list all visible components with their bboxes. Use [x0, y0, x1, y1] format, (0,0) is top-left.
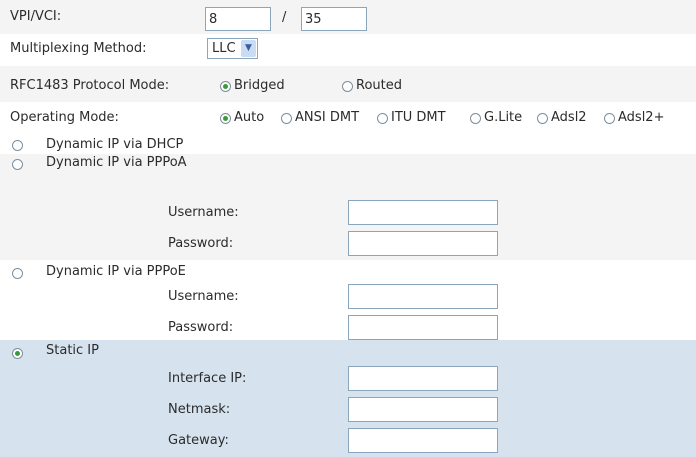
op-adsl2plus-label[interactable]: Adsl2+	[618, 110, 664, 126]
pppoe-username-input[interactable]	[348, 284, 498, 309]
vpivci-separator: /	[282, 10, 287, 25]
pppoa-label[interactable]: Dynamic IP via PPPoA	[46, 155, 187, 171]
operating-mode-label: Operating Mode:	[10, 110, 119, 125]
vpivci-label: VPI/VCI:	[10, 9, 62, 24]
pppoa-username-input[interactable]	[348, 200, 498, 225]
rfc-routed-label[interactable]: Routed	[356, 78, 402, 94]
rfc-bridged-radio[interactable]	[220, 81, 231, 92]
chevron-down-icon[interactable]: ▼	[241, 40, 256, 57]
pppoa-password-input[interactable]	[348, 231, 498, 256]
gateway-input[interactable]	[348, 428, 498, 453]
vci-input[interactable]	[301, 7, 367, 31]
pppoa-radio[interactable]	[12, 159, 23, 170]
op-itu-dmt-radio[interactable]	[377, 113, 388, 124]
multiplexing-method-select[interactable]: LLC ▼	[207, 38, 258, 59]
dhcp-label[interactable]: Dynamic IP via DHCP	[46, 137, 183, 153]
gateway-label: Gateway:	[168, 433, 229, 448]
interface-ip-input[interactable]	[348, 366, 498, 391]
op-ansi-dmt-radio[interactable]	[281, 113, 292, 124]
rfc-routed-radio[interactable]	[342, 81, 353, 92]
rfc-bridged-label[interactable]: Bridged	[234, 78, 285, 94]
pppoe-username-label: Username:	[168, 289, 239, 304]
op-adsl2plus-radio[interactable]	[604, 113, 615, 124]
pppoe-password-label: Password:	[168, 320, 234, 335]
vpi-input[interactable]	[205, 7, 271, 31]
op-itu-dmt-label[interactable]: ITU DMT	[391, 110, 446, 126]
multiplexing-method-label: Multiplexing Method:	[10, 41, 147, 56]
multiplexing-method-value: LLC	[212, 41, 236, 56]
netmask-label: Netmask:	[168, 402, 231, 417]
pppoe-password-input[interactable]	[348, 315, 498, 340]
interface-ip-label: Interface IP:	[168, 371, 247, 386]
op-glite-label[interactable]: G.Lite	[484, 110, 522, 126]
netmask-input[interactable]	[348, 397, 498, 422]
op-adsl2-radio[interactable]	[537, 113, 548, 124]
pppoe-label[interactable]: Dynamic IP via PPPoE	[46, 264, 186, 280]
op-adsl2-label[interactable]: Adsl2	[551, 110, 587, 126]
op-auto-radio[interactable]	[220, 113, 231, 124]
static-ip-radio[interactable]	[12, 348, 23, 359]
rfc1483-label: RFC1483 Protocol Mode:	[10, 78, 170, 93]
pppoa-password-label: Password:	[168, 236, 234, 251]
pppoa-username-label: Username:	[168, 205, 239, 220]
pppoe-radio[interactable]	[12, 268, 23, 279]
op-ansi-dmt-label[interactable]: ANSI DMT	[295, 110, 359, 126]
static-ip-label[interactable]: Static IP	[46, 343, 99, 359]
op-glite-radio[interactable]	[470, 113, 481, 124]
op-auto-label[interactable]: Auto	[234, 110, 264, 126]
dhcp-radio[interactable]	[12, 140, 23, 151]
